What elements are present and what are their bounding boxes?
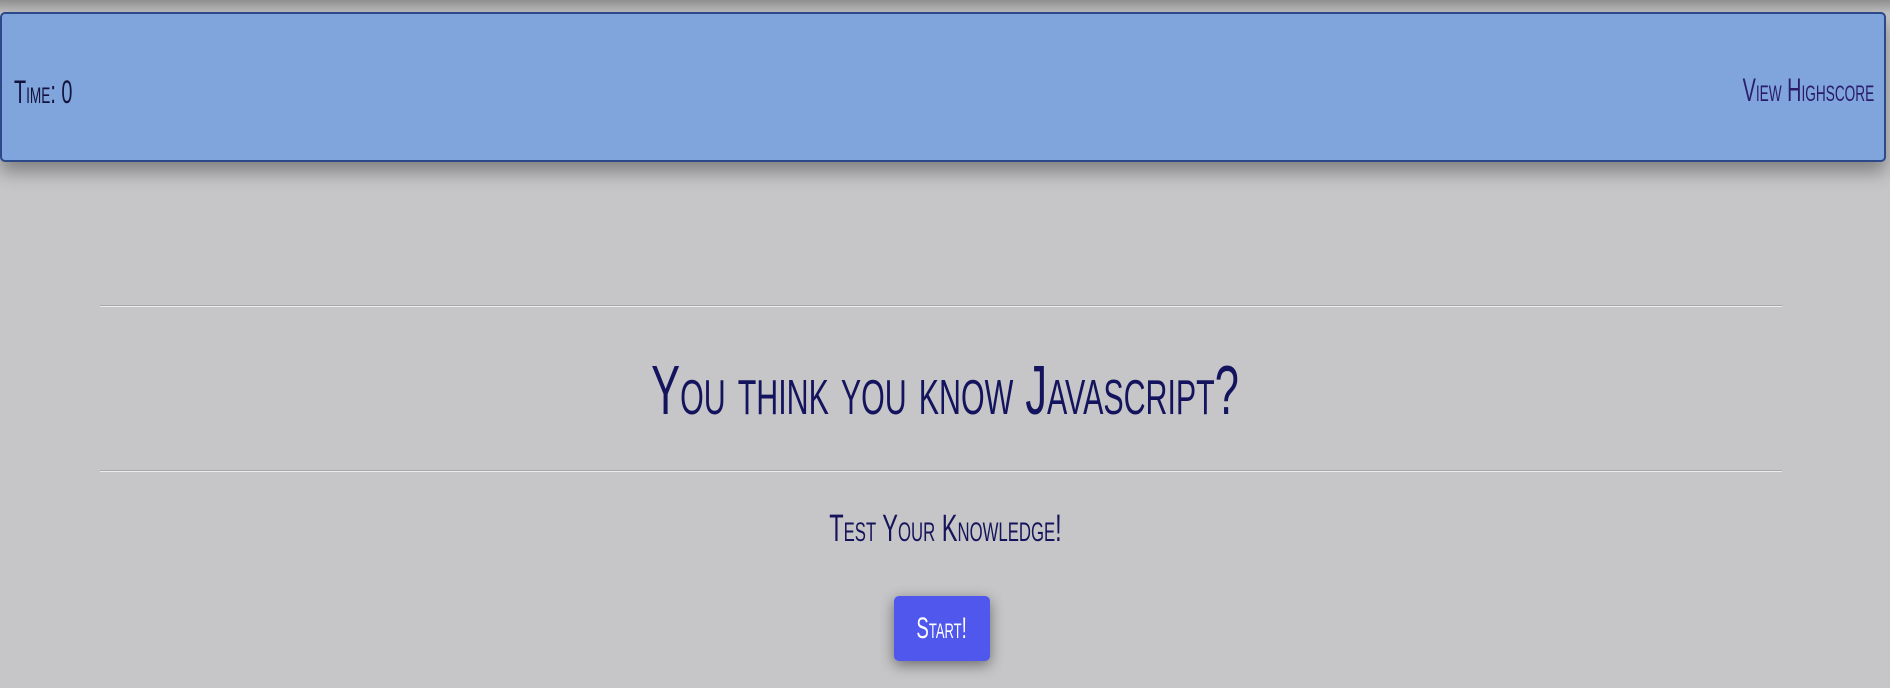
divider-bottom [100,470,1782,472]
start-button-label: Start! [916,611,968,645]
header-bar: Time: 0 View Highscore [0,12,1886,162]
view-highscore-link[interactable]: View Highscore [1742,72,1874,109]
subtitle-container: Test Your Knowledge! [0,508,1890,551]
divider-top [100,305,1782,307]
timer: Time: 0 [14,74,73,110]
title-container: You think you know Javascript? [0,350,1890,430]
page-title: You think you know Javascript? [651,351,1239,429]
subtitle: Test Your Knowledge! [828,508,1062,550]
start-button[interactable]: Start! [894,596,990,661]
